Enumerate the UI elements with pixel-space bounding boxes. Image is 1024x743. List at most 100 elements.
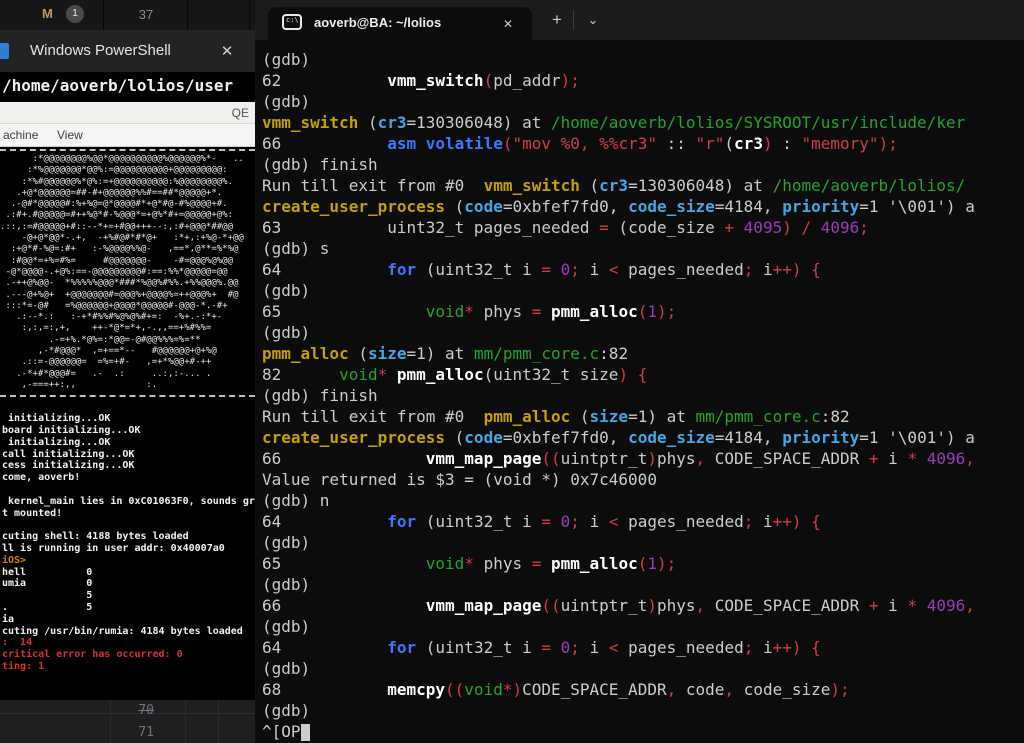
boot-log-line: cuting shell: 4188 bytes loaded bbox=[2, 531, 255, 543]
boot-log-line: cuting /usr/bin/rumia: 4184 bytes loaded bbox=[2, 626, 255, 638]
ascii-art-line: -@*@@@@-.+@%:==-@@@@@@@@@#:==:%%*@@@@@=@… bbox=[0, 267, 255, 278]
boot-log-line: board initializing...OK bbox=[2, 425, 255, 437]
boot-log-line: come, aoverb! bbox=[2, 472, 255, 484]
ascii-art-line: .-*+#*@@@#= .- .: ..:,:-... . bbox=[0, 369, 255, 380]
terminal-line: 63 uint32_t pages_needed = (code_size + … bbox=[262, 217, 1024, 238]
terminal-line: create_user_process (code=0xbfef7fd0, co… bbox=[262, 196, 1024, 217]
powershell-title: Windows PowerShell bbox=[30, 42, 171, 59]
terminal-tab-title: aoverb@BA: ~/lolios bbox=[314, 15, 441, 30]
tab-close-icon[interactable]: ✕ bbox=[498, 14, 518, 34]
terminal-line: (gdb) bbox=[262, 700, 1024, 721]
terminal-line: ^[OP bbox=[262, 721, 1024, 742]
terminal-line: (gdb) bbox=[262, 574, 1024, 595]
boot-log-line bbox=[2, 484, 255, 496]
terminal-line: 65 void* phys = pmm_alloc(1); bbox=[262, 301, 1024, 322]
chevron-down-icon[interactable]: ⌄ bbox=[581, 8, 605, 32]
terminal-cursor bbox=[301, 724, 310, 741]
boot-log-line: kernel_main lies in 0xC01063F0, sounds g… bbox=[2, 496, 255, 508]
boot-log-line: ting: 1 bbox=[2, 661, 255, 673]
ascii-art-line: :::*=-@# =%@@@@@@+@@@@*@@@@@#-@@@-*.-#+ bbox=[0, 301, 255, 312]
powershell-icon bbox=[0, 43, 9, 59]
ascii-art-line: .::=-@@@@@@= =%=+#- ,=+*%@@+#-++ bbox=[0, 357, 255, 368]
ascii-art-line: .-@#*@@@@@#:%+%@=@*@@@@#*+@*#@-#%@@@@+#. bbox=[0, 199, 255, 210]
ascii-art-line: .---@+%@+ +@@@@@@@#=@@@%+@@@@%=++@@@%+ #… bbox=[0, 290, 255, 301]
ascii-art-logo: :*@@@@@@@@%@@*@@@@@@@@@@%@@@@@@%*- .. :*… bbox=[0, 154, 255, 391]
boot-log-line: hell 0 bbox=[2, 567, 255, 579]
terminal-line: Run till exit from #0 pmm_alloc (size=1)… bbox=[262, 406, 1024, 427]
boot-log-line: . 5 bbox=[2, 602, 255, 614]
ascii-art-line: ,-*#@@@* ,=+==*-- #@@@@@@+@+%@ bbox=[0, 346, 255, 357]
editor-gridline bbox=[110, 700, 111, 743]
terminal-line: 68 memcpy((void*)CODE_SPACE_ADDR, code, … bbox=[262, 679, 1024, 700]
terminal-line: (gdb) s bbox=[262, 238, 1024, 259]
menu-view[interactable]: View bbox=[57, 128, 83, 142]
terminal-line: (gdb) bbox=[262, 280, 1024, 301]
terminal-line: (gdb) bbox=[262, 616, 1024, 637]
terminal-line: Run till exit from #0 vmm_switch (cr3=13… bbox=[262, 175, 1024, 196]
ascii-art-line: :,:,=:,+, ++-*@*=*+,-.,,==+%#%%= bbox=[0, 323, 255, 334]
terminal-line: (gdb) bbox=[262, 532, 1024, 553]
editor-tab-label[interactable]: 37 bbox=[118, 7, 174, 22]
new-tab-button[interactable]: + bbox=[545, 9, 569, 33]
ascii-art-line: :*%@@@@@@@*@@%:=@@@@@@@@@@+@@@@@@@@@: bbox=[0, 165, 255, 176]
ascii-art-line: :*%#@@@@@@%*@%:=+@@@@@@@@@@:%@@@@@@@@%. bbox=[0, 177, 255, 188]
ascii-art-line: -@+@*@@*-.+, -+%#@#*#*@+ :*+,:+%@-*+@@ bbox=[0, 233, 255, 244]
boot-log: initializing...OKboard initializing...OK… bbox=[2, 413, 255, 673]
editor-gridline bbox=[218, 700, 219, 743]
ascii-art-top-border bbox=[0, 149, 255, 151]
terminal-line: (gdb) bbox=[262, 658, 1024, 679]
terminal-line: 65 void* phys = pmm_alloc(1); bbox=[262, 553, 1024, 574]
terminal-icon: c:\ bbox=[282, 14, 302, 30]
tab-badge[interactable]: 1 bbox=[66, 5, 84, 23]
gdb-terminal-output[interactable]: (gdb) 62 vmm_switch(pd_addr);(gdb) vmm_s… bbox=[255, 40, 1024, 743]
terminal-line: (gdb) bbox=[262, 49, 1024, 70]
ascii-art-line: :*@@@@@@@@%@@*@@@@@@@@@@%@@@@@@%*- .. bbox=[0, 154, 255, 165]
boot-log-line: critical error has occurred: 0 bbox=[2, 649, 255, 661]
terminal-line: (gdb) n bbox=[262, 490, 1024, 511]
terminal-line: 66 vmm_map_page((uintptr_t)phys, CODE_SP… bbox=[262, 595, 1024, 616]
ascii-art-line: ,-===++:,, :. bbox=[0, 380, 255, 391]
editor-gridline bbox=[185, 700, 186, 743]
boot-log-line: ia bbox=[2, 614, 255, 626]
terminal-line: 64 for (uint32_t i = 0; i < pages_needed… bbox=[262, 637, 1024, 658]
terminal-line: 66 vmm_map_page((uintptr_t)phys, CODE_SP… bbox=[262, 448, 1024, 469]
boot-log-line: t mounted! bbox=[2, 508, 255, 520]
powershell-path-text: /home/aoverb/lolios/user bbox=[2, 76, 233, 95]
editor-tab-strip: M 1 37 bbox=[0, 0, 255, 30]
screen: M 1 37 Windows PowerShell ✕ /home/aoverb… bbox=[0, 0, 1024, 743]
ascii-art-line: :+@*#-%@=:#+ :-%@@@@%%@- ,==*,@**=%*%@ bbox=[0, 244, 255, 255]
terminal-line: (gdb) finish bbox=[262, 385, 1024, 406]
ascii-art-line: .+@*@@@@@@=##-#+@@@@@@%%#==##*@@@@@+*. bbox=[0, 188, 255, 199]
menu-machine[interactable]: achine bbox=[3, 128, 38, 142]
terminal-line: 82 void* pmm_alloc(uint32_t size) { bbox=[262, 364, 1024, 385]
boot-log-line: cess initializing...OK bbox=[2, 460, 255, 472]
boot-log-line: umia 0 bbox=[2, 578, 255, 590]
terminal-line: Value returned is $3 = (void *) 0x7c4600… bbox=[262, 469, 1024, 490]
ascii-art-line: .:#+.#@@@@@=#++%@*#-%@@@*=+@%*#+=@@@@@+@… bbox=[0, 210, 255, 221]
editor-bottom-strip: 70 71 bbox=[0, 700, 255, 743]
ascii-art-bottom-border bbox=[0, 395, 255, 397]
terminal-line: (gdb) bbox=[262, 322, 1024, 343]
modified-file-marker[interactable]: M bbox=[42, 6, 53, 21]
qemu-titlebar: QE bbox=[0, 102, 255, 124]
terminal-line: 66 asm volatile("mov %0, %%cr3" :: "r"(c… bbox=[262, 133, 1024, 154]
boot-log-line: 5 bbox=[2, 590, 255, 602]
tab-separator bbox=[249, 0, 250, 30]
tab-separator bbox=[103, 0, 104, 30]
qemu-display[interactable]: :*@@@@@@@@%@@*@@@@@@@@@@%@@@@@@%*- .. :*… bbox=[0, 147, 255, 700]
line-number: 70 bbox=[128, 703, 154, 718]
terminal-line: (gdb) finish bbox=[262, 154, 1024, 175]
terminal-tabbar: c:\ aoverb@BA: ~/lolios ✕ + ⌄ bbox=[255, 0, 1024, 40]
boot-log-line: initializing...OK bbox=[2, 437, 255, 449]
terminal-tab[interactable]: c:\ aoverb@BA: ~/lolios ✕ bbox=[268, 7, 532, 40]
boot-log-line: : 14 bbox=[2, 637, 255, 649]
ascii-art-line: :#@@*=+%=#%= #@@@@@@@- -#=@@@%@%@@ bbox=[0, 256, 255, 267]
tab-separator bbox=[187, 0, 188, 30]
terminal-line: 64 for (uint32_t i = 0; i < pages_needed… bbox=[262, 511, 1024, 532]
powershell-output[interactable]: /home/aoverb/lolios/user bbox=[0, 72, 255, 102]
powershell-close-icon[interactable]: ✕ bbox=[214, 40, 240, 64]
terminal-line: 64 for (uint32_t i = 0; i < pages_needed… bbox=[262, 259, 1024, 280]
boot-log-line: initializing...OK bbox=[2, 413, 255, 425]
qemu-title-text: QE bbox=[232, 106, 249, 120]
terminal-line: vmm_switch (cr3=130306048) at /home/aove… bbox=[262, 112, 1024, 133]
